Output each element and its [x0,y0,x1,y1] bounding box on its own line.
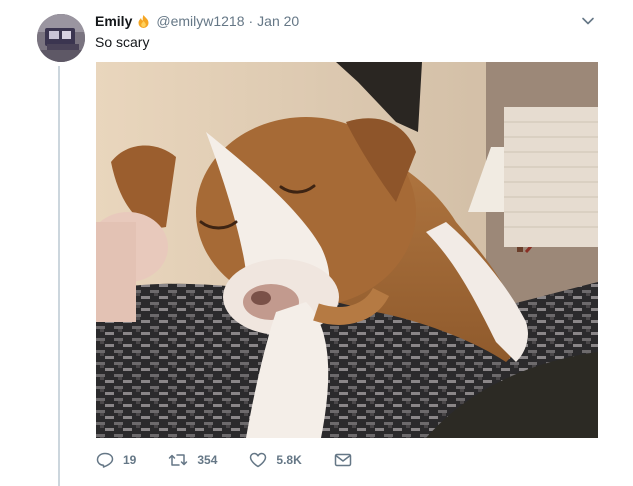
heart-icon [249,452,267,468]
reply-button[interactable]: 19 [96,452,136,468]
tweet-actions: 19 354 5.8K [96,452,384,468]
envelope-icon [334,452,352,468]
avatar[interactable] [37,14,85,62]
retweet-button[interactable]: 354 [168,452,217,468]
reply-count: 19 [123,453,137,467]
chevron-down-icon[interactable] [580,14,596,28]
header-separator: · [248,13,254,29]
fire-emoji-icon [136,14,151,29]
tweet-photo[interactable] [96,62,598,438]
author-name[interactable]: Emily [95,12,132,30]
direct-message-button[interactable] [334,452,352,468]
tweet-header: Emily @emilyw1218 · Jan 20 [95,12,299,30]
retweet-icon [168,452,188,468]
author-handle[interactable]: @emilyw1218 [156,12,244,30]
like-button[interactable]: 5.8K [249,452,302,468]
like-count: 5.8K [276,453,302,467]
retweet-count: 354 [197,453,218,467]
tweet-date[interactable]: Jan 20 [257,12,299,30]
thread-connector-line [58,66,60,486]
tweet-text: So scary [95,34,150,50]
reply-icon [96,452,114,468]
